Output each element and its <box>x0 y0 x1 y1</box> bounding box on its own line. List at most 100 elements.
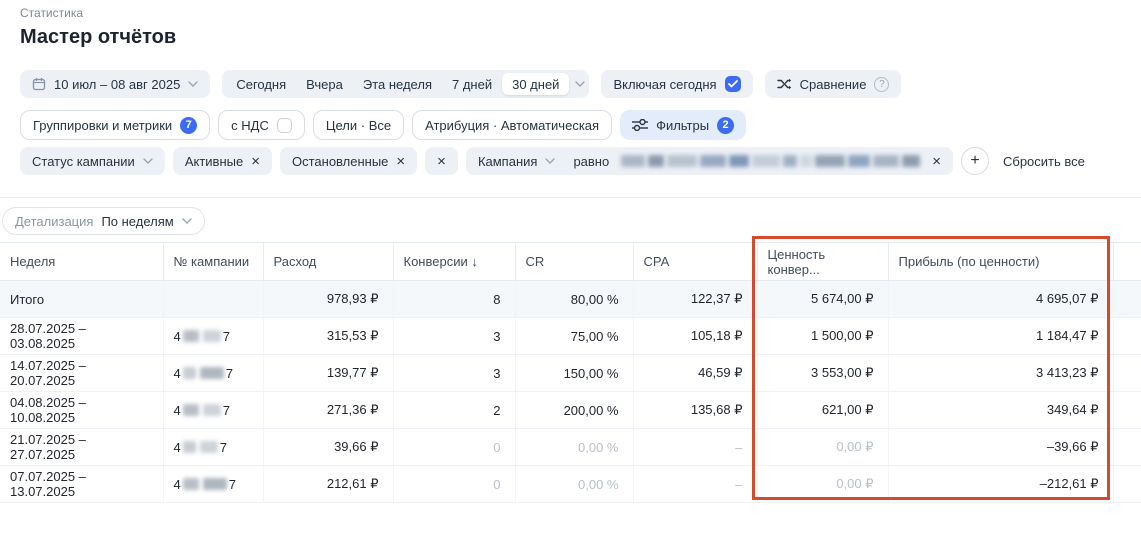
redacted-block <box>183 441 196 453</box>
cell-conversions: 8 <box>393 281 515 318</box>
groupings-metrics-button[interactable]: Группировки и метрики 7 <box>20 110 210 140</box>
detail-value: По неделям <box>101 214 173 229</box>
date-range-picker[interactable]: 10 июл – 08 авг 2025 <box>20 70 210 98</box>
cell-campaign: 47 <box>163 355 263 392</box>
column-header-cpa[interactable]: CPA <box>633 243 757 281</box>
cell-cpa: – <box>633 429 757 466</box>
vat-label: с НДС <box>231 118 269 133</box>
cell-profit: –212,61 ₽ <box>888 466 1113 503</box>
include-today-checkbox[interactable] <box>725 76 741 92</box>
campaign-status-label: Статус кампании <box>32 154 135 169</box>
compare-label: Сравнение <box>800 77 867 92</box>
report-table: Неделя № кампании Расход Конверсии ↓ CR … <box>0 242 1141 503</box>
cell-expense: 139,77 ₽ <box>263 355 393 392</box>
detail-label: Детализация <box>15 214 93 229</box>
settings-toolbar: Группировки и метрики 7 с НДС Цели · Все… <box>20 110 1141 140</box>
cell-cpa: – <box>633 466 757 503</box>
calendar-icon <box>32 77 46 91</box>
cell-profit: 4 695,07 ₽ <box>888 281 1113 318</box>
redacted-campaign-value <box>621 154 920 168</box>
status-chip-active[interactable]: Активные × <box>173 147 272 175</box>
remove-chip-icon[interactable]: × <box>251 154 260 169</box>
column-header-empty <box>1113 243 1141 281</box>
cell-cpa: 105,18 ₽ <box>633 318 757 355</box>
status-chip-stopped[interactable]: Остановленные × <box>280 147 417 175</box>
sliders-icon <box>632 119 648 131</box>
redacted-block <box>203 330 221 342</box>
column-header-conversions[interactable]: Конверсии ↓ <box>393 243 515 281</box>
chevron-down-icon <box>182 218 192 224</box>
redacted-block <box>200 367 224 379</box>
cell-campaign: 47 <box>163 429 263 466</box>
status-chip-stopped-label: Остановленные <box>292 154 388 169</box>
remove-chip-icon[interactable]: × <box>396 154 405 169</box>
cell-profit: 1 184,47 ₽ <box>888 318 1113 355</box>
campaign-status-select[interactable]: Статус кампании <box>20 147 165 175</box>
breadcrumb[interactable]: Статистика <box>20 6 1141 20</box>
reset-all-link[interactable]: Сбросить все <box>1003 154 1085 169</box>
cell-conversion-value: 621,00 ₽ <box>757 392 888 429</box>
campaign-filter-label: Кампания <box>478 154 538 169</box>
cell-campaign: 47 <box>163 392 263 429</box>
vat-toggle[interactable]: с НДС <box>218 110 305 140</box>
redacted-block <box>203 404 221 416</box>
redacted-block <box>200 441 218 453</box>
cell-cpa: 135,68 ₽ <box>633 392 757 429</box>
cell-conversion-value: 1 500,00 ₽ <box>757 318 888 355</box>
goals-button[interactable]: Цели · Все <box>313 110 404 140</box>
add-filter-button[interactable]: + <box>961 147 989 175</box>
table-row: 04.08.2025 – 10.08.2025 47 271,36 ₽ 2 20… <box>0 392 1141 429</box>
total-row: Итого 978,93 ₽ 8 80,00 % 122,37 ₽ 5 674,… <box>0 281 1141 318</box>
cell-week: 04.08.2025 – 10.08.2025 <box>0 392 163 429</box>
attribution-button[interactable]: Атрибуция · Автоматическая <box>412 110 612 140</box>
cell-cr: 200,00 % <box>515 392 633 429</box>
cell-expense: 315,53 ₽ <box>263 318 393 355</box>
quick-range-7-days[interactable]: 7 дней <box>442 73 502 95</box>
cell-profit: 349,64 ₽ <box>888 392 1113 429</box>
cell-conversions: 3 <box>393 355 515 392</box>
cell-campaign: 47 <box>163 318 263 355</box>
cell-cpa: 46,59 ₽ <box>633 355 757 392</box>
status-chip-active-label: Активные <box>185 154 243 169</box>
column-header-expense[interactable]: Расход <box>263 243 393 281</box>
total-label: Итого <box>0 281 163 318</box>
column-header-conversion-value[interactable]: Ценность конвер... <box>757 243 888 281</box>
column-header-week[interactable]: Неделя <box>0 243 163 281</box>
question-icon[interactable]: ? <box>874 77 889 92</box>
cell-conversions: 0 <box>393 466 515 503</box>
cell-cr: 150,00 % <box>515 355 633 392</box>
filters-button[interactable]: Фильтры 2 <box>620 110 746 140</box>
cell-expense: 978,93 ₽ <box>263 281 393 318</box>
include-today-toggle[interactable]: Включая сегодня <box>601 70 752 98</box>
table-row: 14.07.2025 – 20.07.2025 47 139,77 ₽ 3 15… <box>0 355 1141 392</box>
cell-campaign <box>163 281 263 318</box>
quick-range-yesterday[interactable]: Вчера <box>296 73 353 95</box>
cell-expense: 212,61 ₽ <box>263 466 393 503</box>
quick-range-this-week[interactable]: Эта неделя <box>353 73 442 95</box>
column-header-campaign-number[interactable]: № кампании <box>163 243 263 281</box>
chevron-down-icon[interactable] <box>575 81 585 87</box>
chevron-down-icon <box>143 158 153 164</box>
remove-status-filter-button[interactable]: × <box>425 147 458 175</box>
redacted-block <box>183 478 199 490</box>
chevron-down-icon <box>188 81 198 87</box>
compare-button[interactable]: Сравнение ? <box>765 70 902 98</box>
filter-chips-row: Статус кампании Активные × Остановленные… <box>20 147 1141 175</box>
cell-conversion-value: 0,00 ₽ <box>757 466 888 503</box>
vat-checkbox[interactable] <box>277 118 292 133</box>
table-row: 21.07.2025 – 27.07.2025 47 39,66 ₽ 0 0,0… <box>0 429 1141 466</box>
column-header-cr[interactable]: CR <box>515 243 633 281</box>
quick-range-today[interactable]: Сегодня <box>226 73 296 95</box>
remove-filter-icon[interactable]: × <box>932 154 941 169</box>
campaign-filter-chip[interactable]: Кампания равно × <box>466 147 953 175</box>
cell-conversion-value: 5 674,00 ₽ <box>757 281 888 318</box>
quick-range-30-days[interactable]: 30 дней <box>502 73 569 95</box>
condition-label: равно <box>573 154 609 169</box>
column-header-profit[interactable]: Прибыль (по ценности) <box>888 243 1113 281</box>
quick-range-group: Сегодня Вчера Эта неделя 7 дней 30 дней <box>222 70 589 98</box>
filters-label: Фильтры <box>656 118 709 133</box>
detail-select[interactable]: Детализация По неделям <box>2 207 205 235</box>
cell-cpa: 122,37 ₽ <box>633 281 757 318</box>
close-icon[interactable]: × <box>437 154 446 169</box>
table-row: 07.07.2025 – 13.07.2025 47 212,61 ₽ 0 0,… <box>0 466 1141 503</box>
